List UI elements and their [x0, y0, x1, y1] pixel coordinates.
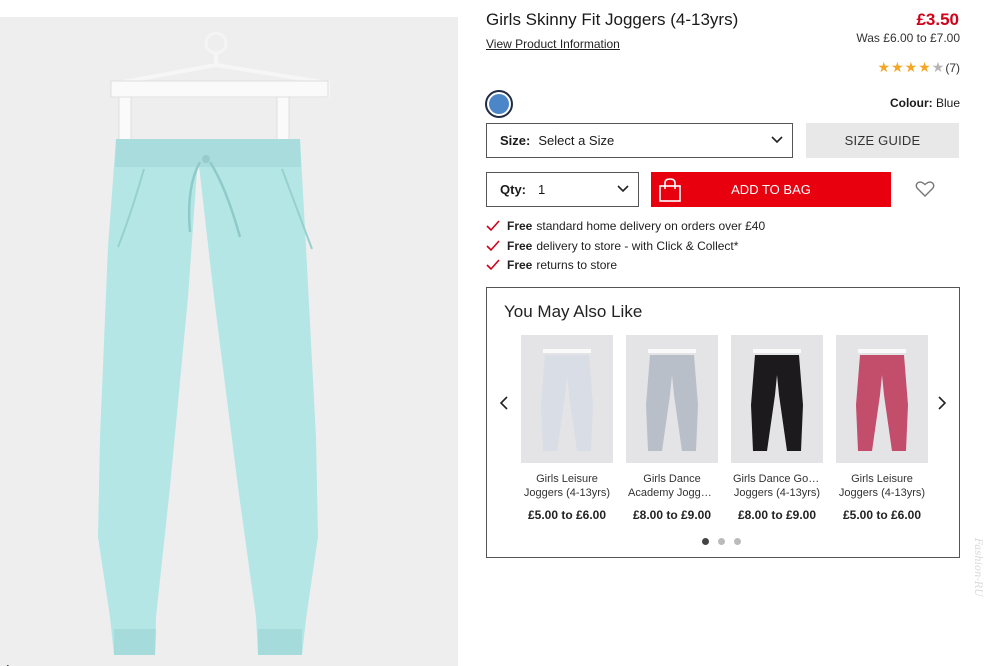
- delivery-item: Free returns to store: [486, 258, 617, 272]
- shopping-bag-icon: [659, 178, 681, 202]
- product-thumbnail[interactable]: [731, 335, 823, 463]
- check-icon: [486, 240, 500, 252]
- product-name[interactable]: Girls Leisure: [521, 472, 613, 486]
- joggers-thumbnail-image: [856, 349, 908, 451]
- qty-label: Qty:: [500, 182, 526, 197]
- watermark: Fashion-RU: [972, 538, 983, 597]
- product-name[interactable]: Girls Dance: [626, 472, 718, 486]
- delivery-free-label: Free: [507, 258, 533, 272]
- product-name[interactable]: Joggers (4-13yrs): [521, 486, 613, 500]
- add-to-bag-label: ADD TO BAG: [731, 182, 811, 197]
- product-name[interactable]: Joggers (4-13yrs): [836, 486, 928, 500]
- delivery-text: returns to store: [536, 258, 618, 272]
- chevron-down-icon: [771, 136, 783, 144]
- star-icon: ★: [904, 59, 918, 75]
- joggers-thumbnail-image: [646, 349, 698, 451]
- current-price: £3.50: [916, 10, 959, 29]
- product-card[interactable]: Girls Leisure Joggers (4-13yrs) £5.00 to…: [836, 335, 928, 522]
- product-card[interactable]: Girls Leisure Joggers (4-13yrs) £5.00 to…: [521, 335, 613, 522]
- product-price: £8.00 to £9.00: [632, 508, 712, 522]
- colour-info: Colour: Blue: [890, 96, 960, 110]
- colour-label: Colour:: [889, 96, 933, 110]
- star-icon: ★: [931, 59, 945, 75]
- carousel-dot[interactable]: [702, 538, 709, 545]
- size-guide-button[interactable]: SIZE GUIDE: [806, 123, 959, 158]
- star-icon: ★: [918, 59, 931, 75]
- review-count: (7): [945, 60, 960, 75]
- check-icon: [486, 259, 500, 271]
- delivery-text: delivery to store - with Click & Collect…: [536, 239, 739, 253]
- joggers-image: [98, 31, 330, 655]
- star-rating[interactable]: ★★★★★ (7): [878, 60, 960, 75]
- chevron-down-icon: [617, 185, 629, 193]
- product-name[interactable]: Joggers (4-13yrs): [731, 486, 823, 500]
- size-label: Size:: [500, 133, 531, 148]
- product-name[interactable]: Girls Dance Goals: [731, 472, 823, 486]
- stars-group: ★★★★★: [878, 60, 946, 75]
- check-icon: [486, 220, 500, 232]
- carousel-pagination: [702, 538, 741, 545]
- product-title: Girls Skinny Fit Joggers (4-13yrs): [486, 10, 739, 29]
- product-price: £5.00 to £6.00: [842, 508, 922, 522]
- qty-value: 1: [538, 182, 546, 197]
- recommendations-carousel: You May Also Like Girls Leisure Joggers …: [486, 287, 960, 558]
- carousel-title: You May Also Like: [504, 302, 643, 321]
- product-thumbnail[interactable]: [626, 335, 718, 463]
- delivery-text: standard home delivery on orders over £4…: [536, 219, 766, 233]
- product-price: £8.00 to £9.00: [737, 508, 817, 522]
- view-product-information-link[interactable]: View Product Information: [486, 37, 620, 51]
- product-name[interactable]: Academy Jogger...: [626, 486, 718, 500]
- colour-value: Blue: [935, 96, 960, 110]
- product-thumbnail[interactable]: [836, 335, 928, 463]
- heart-icon[interactable]: [915, 180, 935, 198]
- product-image[interactable]: +: [0, 17, 458, 666]
- carousel-dot[interactable]: [718, 538, 725, 545]
- carousel-dot[interactable]: [734, 538, 741, 545]
- delivery-free-label: Free: [507, 239, 533, 253]
- product-name[interactable]: Girls Leisure: [836, 472, 928, 486]
- star-icon: ★: [877, 59, 891, 75]
- star-icon: ★: [891, 59, 904, 75]
- add-to-bag-button[interactable]: ADD TO BAG: [651, 172, 891, 207]
- was-price: Was £6.00 to £7.00: [856, 31, 960, 45]
- size-value: Select a Size: [538, 133, 615, 148]
- colour-swatch-blue[interactable]: [485, 90, 513, 118]
- chevron-right-icon[interactable]: [937, 396, 947, 410]
- swatch-fill: [489, 94, 509, 114]
- joggers-thumbnail-image: [751, 349, 803, 451]
- product-card[interactable]: Girls Dance Academy Jogger... £8.00 to £…: [626, 335, 718, 522]
- product-thumbnail[interactable]: [521, 335, 613, 463]
- joggers-thumbnail-image: [541, 349, 593, 451]
- delivery-item: Free standard home delivery on orders ov…: [486, 219, 765, 233]
- chevron-left-icon[interactable]: [499, 396, 509, 410]
- product-price: £5.00 to £6.00: [527, 508, 607, 522]
- delivery-item: Free delivery to store - with Click & Co…: [486, 239, 738, 253]
- quantity-select[interactable]: Qty: 1: [486, 172, 639, 207]
- product-card[interactable]: Girls Dance Goals Joggers (4-13yrs) £8.0…: [731, 335, 823, 522]
- delivery-free-label: Free: [507, 219, 533, 233]
- size-select[interactable]: Size: Select a Size: [486, 123, 793, 158]
